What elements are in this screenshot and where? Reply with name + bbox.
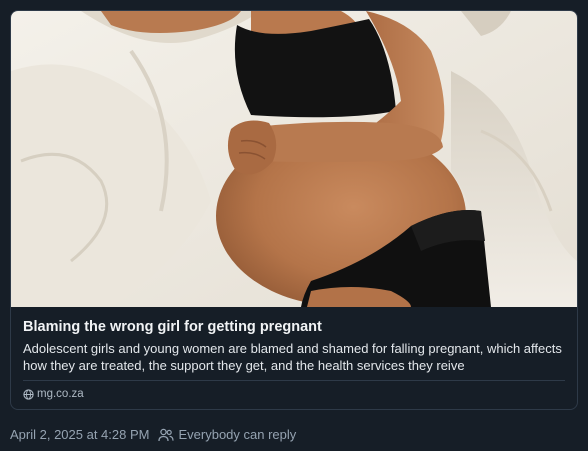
link-preview-card[interactable]: Blaming the wrong girl for getting pregn…	[10, 10, 578, 410]
post-timestamp[interactable]: April 2, 2025 at 4:28 PM	[10, 427, 149, 443]
link-card-description: Adolescent girls and young women are bla…	[23, 341, 562, 373]
globe-icon	[23, 388, 34, 400]
reply-setting-label: Everybody can reply	[178, 427, 297, 442]
people-icon	[158, 428, 175, 442]
link-card-domain: mg.co.za	[37, 388, 84, 400]
reply-setting[interactable]: Everybody can reply	[158, 427, 296, 443]
link-card-title[interactable]: Blaming the wrong girl for getting pregn…	[23, 318, 565, 336]
post-meta-row: April 2, 2025 at 4:28 PM Everybody can r…	[10, 427, 296, 443]
link-thumbnail-image	[11, 11, 577, 307]
link-card-domain-row: mg.co.za	[23, 387, 565, 401]
link-card-divider	[23, 380, 565, 381]
